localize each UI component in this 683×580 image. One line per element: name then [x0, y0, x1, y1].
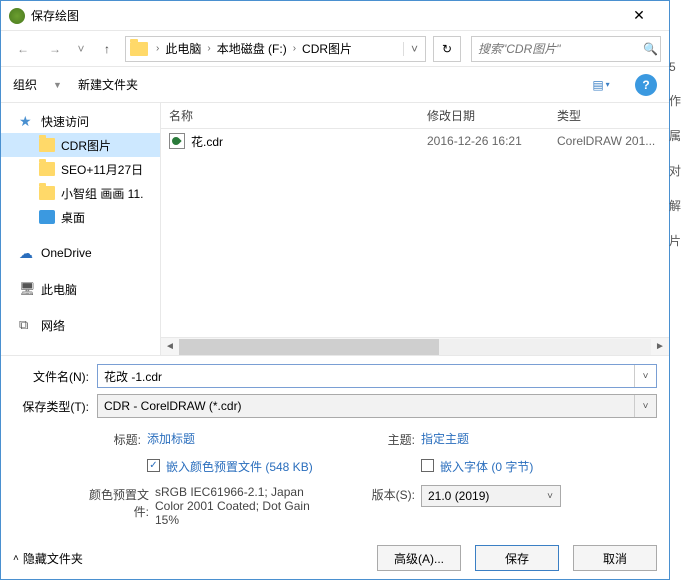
- file-date: 2016-12-26 16:21: [419, 134, 549, 148]
- folder-icon: [39, 138, 55, 152]
- search-input[interactable]: [472, 42, 641, 56]
- right-strip: 5 作 属 对 解 片: [669, 60, 683, 249]
- version-value: 21.0 (2019): [422, 489, 540, 503]
- filename-label: 文件名(N):: [13, 368, 89, 385]
- sidebar-quick-access[interactable]: ★ 快速访问: [1, 109, 160, 133]
- chevron-down-icon[interactable]: ˅: [634, 365, 656, 387]
- sidebar-item-desktop[interactable]: 桌面: [1, 205, 160, 229]
- sidebar-item-cdr[interactable]: CDR图片: [1, 133, 160, 157]
- profile-label: 颜色预置文件:: [75, 485, 149, 520]
- advanced-button[interactable]: 高级(A)...: [377, 545, 461, 571]
- pc-icon: 🖥: [19, 282, 35, 296]
- sidebar-item-seo[interactable]: SEO+11月27日: [1, 157, 160, 181]
- new-folder-button[interactable]: 新建文件夹: [78, 76, 138, 93]
- column-headers: 名称 修改日期 类型: [161, 103, 669, 129]
- up-button[interactable]: ↑: [93, 36, 121, 62]
- app-icon: [9, 8, 25, 24]
- save-button[interactable]: 保存: [475, 545, 559, 571]
- dialog-title: 保存绘图: [31, 7, 617, 24]
- subject-label: 主题:: [349, 430, 415, 448]
- titlebar: 保存绘图 ✕: [1, 1, 669, 31]
- column-date[interactable]: 修改日期: [419, 107, 549, 124]
- hide-folders-toggle[interactable]: ˄ 隐藏文件夹: [13, 550, 83, 567]
- file-row[interactable]: 花.cdr 2016-12-26 16:21 CorelDRAW 201...: [161, 129, 669, 153]
- file-name: 花.cdr: [191, 133, 223, 150]
- cdr-file-icon: [169, 133, 185, 149]
- close-icon[interactable]: ✕: [617, 2, 661, 30]
- title-label: 标题:: [75, 430, 141, 448]
- view-button[interactable]: ▤▾: [583, 73, 619, 97]
- network-icon: ⧉: [19, 318, 35, 332]
- version-label: 版本(S):: [349, 485, 415, 503]
- file-rows: 花.cdr 2016-12-26 16:21 CorelDRAW 201...: [161, 129, 669, 337]
- footer: ˄ 隐藏文件夹 高级(A)... 保存 取消: [1, 537, 669, 579]
- sidebar-item-xiaozhi[interactable]: 小智组 画画 11.: [1, 181, 160, 205]
- chevron-down-icon[interactable]: ˅: [634, 395, 656, 417]
- filetype-field[interactable]: CDR - CorelDRAW (*.cdr) ˅: [97, 394, 657, 418]
- breadcrumb-item[interactable]: 本地磁盘 (F:): [215, 40, 289, 57]
- version-select[interactable]: 21.0 (2019) ˅: [421, 485, 561, 507]
- organize-menu[interactable]: 组织: [13, 76, 37, 93]
- sidebar-onedrive[interactable]: ☁ OneDrive: [1, 241, 160, 265]
- folder-icon: [130, 42, 148, 56]
- forward-button: →: [41, 36, 69, 62]
- star-icon: ★: [19, 114, 35, 128]
- bottom-panel: 文件名(N): ˅ 保存类型(T): CDR - CorelDRAW (*.cd…: [1, 355, 669, 537]
- profile-value: sRGB IEC61966-2.1; Japan Color 2001 Coat…: [155, 485, 325, 527]
- breadcrumb-dropdown[interactable]: ˅: [403, 42, 425, 56]
- navbar: ← → ˅ ↑ › 此电脑 › 本地磁盘 (F:) › CDR图片 ˅ ↻ 🔍: [1, 31, 669, 67]
- options: 标题: 添加标题 ✓ 嵌入颜色预置文件 (548 KB) 颜色预置文件: sRG…: [13, 424, 657, 527]
- toolbar: 组织 ▼ 新建文件夹 ▤▾ ?: [1, 67, 669, 103]
- add-title-link[interactable]: 添加标题: [147, 430, 195, 447]
- scroll-right-icon[interactable]: ►: [651, 341, 669, 352]
- filetype-value: CDR - CorelDRAW (*.cdr): [98, 399, 634, 413]
- filename-field[interactable]: ˅: [97, 364, 657, 388]
- horizontal-scrollbar[interactable]: ◄ ►: [161, 337, 669, 355]
- help-button[interactable]: ?: [635, 74, 657, 96]
- desktop-icon: [39, 210, 55, 224]
- cancel-button[interactable]: 取消: [573, 545, 657, 571]
- sidebar-network[interactable]: ⧉ 网络: [1, 313, 160, 337]
- folder-icon: [39, 162, 55, 176]
- file-list: 名称 修改日期 类型 花.cdr 2016-12-26 16:21 CorelD…: [161, 103, 669, 355]
- sidebar-this-pc[interactable]: 🖥 此电脑: [1, 277, 160, 301]
- folder-icon: [39, 186, 55, 200]
- embed-font-checkbox[interactable]: [421, 459, 434, 472]
- chevron-right-icon: ›: [152, 43, 163, 54]
- embed-profile-label[interactable]: 嵌入颜色预置文件 (548 KB): [166, 458, 313, 475]
- breadcrumb-item[interactable]: CDR图片: [300, 40, 354, 57]
- chevron-right-icon: ›: [203, 43, 214, 54]
- filetype-label: 保存类型(T):: [13, 398, 89, 415]
- chevron-down-icon[interactable]: ˅: [540, 491, 560, 502]
- back-button[interactable]: ←: [9, 36, 37, 62]
- column-type[interactable]: 类型: [549, 107, 669, 124]
- refresh-button[interactable]: ↻: [433, 36, 461, 62]
- file-type: CorelDRAW 201...: [549, 134, 669, 148]
- chevron-down-icon: ▼: [53, 80, 62, 90]
- chevron-right-icon: ›: [289, 43, 300, 54]
- scroll-thumb[interactable]: [179, 339, 439, 355]
- breadcrumb-item[interactable]: 此电脑: [163, 40, 203, 57]
- save-dialog: 保存绘图 ✕ ← → ˅ ↑ › 此电脑 › 本地磁盘 (F:) › CDR图片…: [0, 0, 670, 580]
- search-box[interactable]: 🔍: [471, 36, 661, 62]
- cloud-icon: ☁: [19, 246, 35, 260]
- breadcrumb[interactable]: › 此电脑 › 本地磁盘 (F:) › CDR图片 ˅: [125, 36, 426, 62]
- column-name[interactable]: 名称: [161, 107, 419, 124]
- chevron-up-icon: ˄: [13, 553, 19, 564]
- embed-profile-checkbox[interactable]: ✓: [147, 459, 160, 472]
- history-dropdown[interactable]: ˅: [73, 42, 89, 56]
- scroll-left-icon[interactable]: ◄: [161, 341, 179, 352]
- embed-font-label[interactable]: 嵌入字体 (0 字节): [440, 458, 533, 475]
- subject-link[interactable]: 指定主题: [421, 430, 469, 447]
- search-icon[interactable]: 🔍: [641, 42, 660, 56]
- body: ★ 快速访问 CDR图片 SEO+11月27日 小智组 画画 11. 桌面 ☁: [1, 103, 669, 355]
- filename-input[interactable]: [98, 369, 634, 383]
- sidebar: ★ 快速访问 CDR图片 SEO+11月27日 小智组 画画 11. 桌面 ☁: [1, 103, 161, 355]
